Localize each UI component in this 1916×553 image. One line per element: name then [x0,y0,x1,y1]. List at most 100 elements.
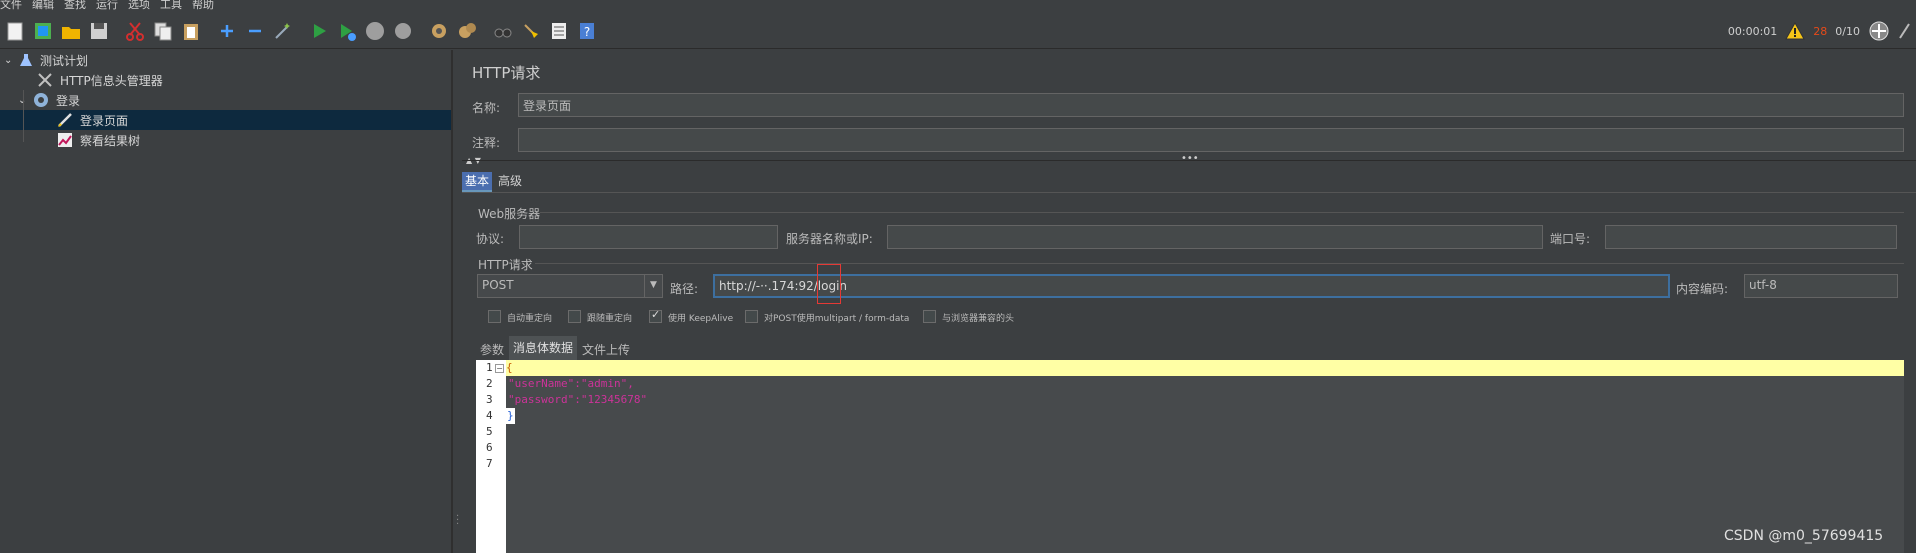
search-button[interactable] [490,18,516,44]
copy-button[interactable] [150,18,176,44]
menu-edit[interactable]: 编辑 [32,0,54,12]
tab-file-upload[interactable]: 文件上传 [582,341,630,358]
collapse-button[interactable] [242,18,268,44]
shutdown-icon [395,22,411,39]
tab-advanced[interactable]: 高级 [498,172,522,192]
paste-button[interactable] [178,18,204,44]
function-helper-button[interactable] [546,18,572,44]
copy-icon [154,22,172,40]
tab-basic[interactable]: 基本 [462,172,493,192]
current-line-highlight [506,360,1904,376]
menu-tools[interactable]: 工具 [160,0,182,12]
start-button[interactable] [306,18,332,44]
server-label: 服务器名称或IP: [786,232,873,246]
reset-search-button[interactable] [518,18,544,44]
code-line: "userName":"admin", [508,377,634,390]
help-icon: ? [580,22,594,39]
code-line: } [506,408,515,424]
auto-redirect-checkbox[interactable] [488,310,501,323]
body-data-editor[interactable]: − 1 2 3 4 5 6 7 { "userName":"admin", "p… [476,360,1904,553]
panel-title: HTTP请求 [472,64,541,82]
menu-help[interactable]: 帮助 [192,0,214,12]
split-pane-divider[interactable]: · · · [452,50,462,553]
follow-redirect-checkbox[interactable] [568,310,581,323]
log-icon[interactable] [1898,20,1912,42]
tree-item-result-tree[interactable]: 察看结果树 [56,130,140,150]
menu-options[interactable]: 选项 [128,0,150,12]
save-button[interactable] [86,18,112,44]
path-label: 路径: [670,282,699,296]
line-number: 1 [486,361,493,374]
auto-redirect-label: 自动重定向 [507,314,553,324]
start-no-pause-button[interactable] [334,18,360,44]
clear-button[interactable] [426,18,452,44]
templates-button[interactable] [30,18,56,44]
line-number: 7 [486,457,493,470]
tree-item-header-manager[interactable]: HTTP信息头管理器 [36,70,163,90]
stop-icon [366,21,384,40]
tree-item-login-group[interactable]: ⌄ 登录 [18,90,80,110]
web-server-group-line [540,212,1904,213]
chevron-down-icon[interactable]: ⌄ [18,95,32,106]
cut-button[interactable] [122,18,148,44]
web-server-group-title: Web服务器 [478,207,541,221]
keepalive-label: 使用 KeepAlive [668,314,734,324]
help-button[interactable]: ? [574,18,600,44]
chevron-down-icon: ▼ [644,275,662,297]
divider-grip[interactable]: ••• [1181,153,1199,164]
browser-headers-checkbox[interactable] [923,310,936,323]
tab-body-data[interactable]: 消息体数据 [509,336,578,360]
code-line: "password":"12345678" [508,393,648,406]
keepalive-checkbox[interactable]: ✓ [649,308,662,323]
protocol-field[interactable] [519,225,778,249]
chevron-down-icon[interactable]: ⌄ [4,55,18,66]
tree-item-test-plan[interactable]: ⌄ 测试计划 [4,50,88,70]
menu-run[interactable]: 运行 [96,0,118,12]
play-plus-icon [341,23,356,41]
gear-icon [34,93,48,107]
chart-icon [58,133,72,147]
browser-headers-label: 与浏览器兼容的头 [942,314,1015,324]
expand-button[interactable] [214,18,240,44]
checkmark-icon: ✓ [651,308,661,321]
shutdown-button[interactable] [390,18,416,44]
new-button[interactable] [2,18,28,44]
tree-item-login-page[interactable]: 登录页面 [0,110,451,130]
http-group-line [535,263,1904,264]
path-field[interactable]: http://-··.174:92/login [713,274,1670,298]
remote-icon[interactable] [1868,20,1890,42]
stop-button[interactable] [362,18,388,44]
menu-search[interactable]: 查找 [64,0,86,12]
warning-icon[interactable] [1785,22,1806,40]
save-icon [91,22,107,39]
toolbar: ? 00:00:01 28 0/10 [0,13,1916,49]
flask-icon [20,54,32,66]
line-number: 5 [486,425,493,438]
name-label: 名称: [472,101,501,115]
tab-parameters[interactable]: 参数 [480,341,504,358]
toggle-button[interactable] [270,18,296,44]
method-select[interactable]: POST ▼ [477,274,663,298]
tab-underline [462,192,1916,193]
binoculars-icon [494,28,512,37]
port-field[interactable] [1605,225,1897,249]
fold-marker-icon[interactable]: − [495,364,504,373]
elapsed-time: 00:00:01 [1727,24,1778,38]
tree-guide-line [23,90,24,142]
tools-icon [38,73,52,87]
menu-file[interactable]: 文件 [0,0,22,12]
encoding-field[interactable]: utf-8 [1744,274,1898,298]
comment-field[interactable] [518,128,1904,152]
multipart-checkbox[interactable] [745,310,758,323]
plus-icon [221,24,233,37]
test-plan-tree: ⌄ 测试计划 HTTP信息头管理器 ⌄ 登录 登录页面 察看结果树 [0,50,452,553]
follow-redirect-label: 跟随重定向 [587,314,633,324]
code-line: { [506,361,513,374]
clipboard-icon [184,23,198,40]
clear-all-button[interactable] [454,18,480,44]
open-button[interactable] [58,18,84,44]
templates-icon [35,22,51,39]
port-label: 端口号: [1550,232,1591,246]
name-field[interactable]: 登录页面 [518,93,1904,117]
server-field[interactable] [887,225,1543,249]
